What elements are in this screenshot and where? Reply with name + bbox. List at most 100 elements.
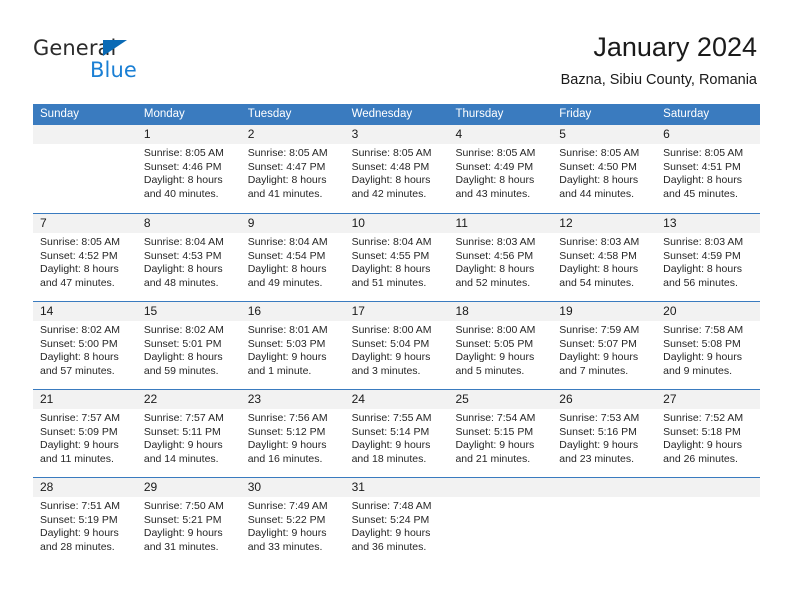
day-number[interactable]: 2	[241, 125, 345, 144]
day-number[interactable]: 4	[448, 125, 552, 144]
day-number[interactable]: 12	[552, 214, 656, 233]
day-detail-line: Sunset: 5:05 PM	[455, 337, 534, 350]
day-detail-line: Daylight: 8 hours	[247, 174, 327, 187]
day-cell[interactable]: Sunrise: 8:04 AM Sunset: 4:55 PM Daylight:…	[345, 233, 449, 301]
day-number[interactable]: 24	[345, 390, 449, 409]
weekday-header-tuesday: Tuesday	[247, 108, 292, 120]
weekday-header-monday: Monday	[143, 108, 185, 120]
day-detail-line: Sunset: 5:03 PM	[247, 337, 326, 350]
day-number[interactable]: 10	[345, 214, 449, 233]
day-cell[interactable]: Sunrise: 8:00 AM Sunset: 5:04 PM Daylight:…	[345, 321, 449, 389]
day-cell[interactable]: Sunrise: 7:49 AM Sunset: 5:22 PM Daylight:…	[241, 497, 345, 565]
day-number[interactable]: 16	[241, 302, 345, 321]
day-number[interactable]: 27	[656, 390, 760, 409]
day-number[interactable]: 5	[552, 125, 656, 144]
day-detail-line: Sunrise: 8:05 AM	[247, 147, 328, 159]
day-cell[interactable]: Sunrise: 7:57 AM Sunset: 5:11 PM Daylight:…	[137, 409, 241, 477]
day-number[interactable]: 6	[656, 125, 760, 144]
day-number[interactable]: 9	[241, 214, 345, 233]
day-number[interactable]: 23	[241, 390, 345, 409]
day-cell[interactable]: Sunrise: 7:56 AM Sunset: 5:12 PM Daylight:…	[241, 409, 345, 477]
day-cell[interactable]: Sunrise: 7:57 AM Sunset: 5:09 PM Daylight:…	[33, 409, 137, 477]
day-cell[interactable]: Sunrise: 7:55 AM Sunset: 5:14 PM Daylight:…	[345, 409, 449, 477]
day-cell[interactable]: Sunrise: 8:05 AM Sunset: 4:51 PM Daylight:…	[656, 144, 760, 212]
general-blue-logo[interactable]: General Blue	[33, 36, 173, 88]
day-detail-line: Sunset: 4:52 PM	[40, 249, 118, 262]
day-cell[interactable]: Sunrise: 8:03 AM Sunset: 4:56 PM Daylight:…	[448, 233, 552, 301]
calendar-week-row: 21 22 23 24 25 26 27 Sunrise: 7:57 AM Sunset: 5:…	[33, 389, 760, 477]
calendar-week-row: 28 29 30 31 Sunrise: 7:51 AM Sunset: 5:19 PM D…	[33, 477, 760, 565]
day-detail-line: Sunrise: 7:49 AM	[247, 500, 328, 512]
day-cell[interactable]: Sunrise: 8:05 AM Sunset: 4:47 PM Daylight:…	[241, 144, 345, 212]
day-cell[interactable]: Sunrise: 8:02 AM Sunset: 5:00 PM Daylight:…	[33, 321, 137, 389]
day-cell-empty	[448, 497, 552, 565]
title-block: January 2024 Bazna, Sibiu County, Romani…	[561, 30, 757, 90]
day-number[interactable]: 7	[33, 214, 137, 233]
week-daynumber-band: 14 15 16 17 18 19 20	[33, 302, 760, 321]
day-number[interactable]: 21	[33, 390, 137, 409]
day-cell[interactable]: Sunrise: 7:52 AM Sunset: 5:18 PM Daylight:…	[656, 409, 760, 477]
day-number[interactable]: 19	[552, 302, 656, 321]
day-detail-line: Sunrise: 8:00 AM	[455, 324, 536, 336]
day-cell[interactable]: Sunrise: 8:02 AM Sunset: 5:01 PM Daylight:…	[137, 321, 241, 389]
day-number[interactable]: 29	[137, 478, 241, 497]
day-cell[interactable]: Sunrise: 8:00 AM Sunset: 5:05 PM Daylight:…	[448, 321, 552, 389]
day-detail-line: Sunrise: 8:03 AM	[455, 236, 536, 248]
day-detail-line: Sunset: 4:50 PM	[559, 160, 637, 173]
day-number[interactable]: 30	[241, 478, 345, 497]
day-cell[interactable]: Sunrise: 8:05 AM Sunset: 4:49 PM Daylight:…	[448, 144, 552, 212]
day-number[interactable]: 1	[137, 125, 241, 144]
day-cell[interactable]: Sunrise: 8:05 AM Sunset: 4:52 PM Daylight:…	[33, 233, 137, 301]
day-number[interactable]: 20	[656, 302, 760, 321]
day-cell[interactable]: Sunrise: 7:59 AM Sunset: 5:07 PM Daylight:…	[552, 321, 656, 389]
day-detail-line: Sunset: 4:47 PM	[247, 160, 326, 173]
day-detail-line: Sunset: 5:22 PM	[247, 513, 326, 526]
day-number[interactable]: 18	[448, 302, 552, 321]
weekday-header-saturday: Saturday	[663, 108, 710, 120]
calendar-weeks: 1 2 3 4 5 6 Sunrise: 8:05 AM Sunset: 4:46 PM Day…	[33, 125, 760, 565]
day-detail-line: Sunrise: 7:58 AM	[663, 324, 744, 336]
day-detail-line: and 48 minutes.	[143, 276, 219, 289]
day-cell[interactable]: Sunrise: 8:04 AM Sunset: 4:53 PM Daylight:…	[137, 233, 241, 301]
day-number[interactable]: 22	[137, 390, 241, 409]
day-number[interactable]: 15	[137, 302, 241, 321]
day-cell[interactable]: Sunrise: 7:58 AM Sunset: 5:08 PM Daylight:…	[656, 321, 760, 389]
day-cell[interactable]: Sunrise: 8:01 AM Sunset: 5:03 PM Daylight:…	[241, 321, 345, 389]
day-cell[interactable]: Sunrise: 8:05 AM Sunset: 4:48 PM Daylight:…	[345, 144, 449, 212]
day-cell[interactable]: Sunrise: 8:03 AM Sunset: 4:58 PM Daylight:…	[552, 233, 656, 301]
day-cell[interactable]: Sunrise: 8:05 AM Sunset: 4:46 PM Daylight:…	[137, 144, 241, 212]
day-detail-line: Sunset: 5:14 PM	[351, 425, 430, 438]
day-detail-line: Daylight: 9 hours	[247, 351, 327, 364]
day-detail-line: Daylight: 8 hours	[559, 174, 639, 187]
day-number[interactable]: 26	[552, 390, 656, 409]
day-cell[interactable]: Sunrise: 7:54 AM Sunset: 5:15 PM Daylight:…	[448, 409, 552, 477]
day-cell[interactable]: Sunrise: 7:51 AM Sunset: 5:19 PM Daylight:…	[33, 497, 137, 565]
day-cell[interactable]: Sunrise: 8:04 AM Sunset: 4:54 PM Daylight:…	[241, 233, 345, 301]
weekday-header-thursday: Thursday	[455, 108, 504, 120]
day-number[interactable]: 3	[345, 125, 449, 144]
day-cell[interactable]: Sunrise: 7:50 AM Sunset: 5:21 PM Daylight:…	[137, 497, 241, 565]
day-number[interactable]: 25	[448, 390, 552, 409]
day-detail-line: Daylight: 8 hours	[455, 263, 535, 276]
day-number[interactable]: 31	[345, 478, 449, 497]
logo-text-blue: Blue	[90, 58, 137, 82]
day-detail-line: Sunset: 4:54 PM	[247, 249, 326, 262]
day-cell[interactable]: Sunrise: 7:48 AM Sunset: 5:24 PM Daylight:…	[345, 497, 449, 565]
day-detail-line: Sunrise: 7:57 AM	[143, 412, 224, 424]
day-number[interactable]: 17	[345, 302, 449, 321]
day-number[interactable]: 14	[33, 302, 137, 321]
day-detail-line: Sunrise: 8:01 AM	[247, 324, 328, 336]
day-cell[interactable]: Sunrise: 8:03 AM Sunset: 4:59 PM Daylight:…	[656, 233, 760, 301]
day-number-empty	[656, 478, 760, 497]
day-number[interactable]: 11	[448, 214, 552, 233]
day-number[interactable]: 8	[137, 214, 241, 233]
calendar-week-row: 7 8 9 10 11 12 13 Sunrise: 8:05 AM Sunset: 4:52 …	[33, 213, 760, 301]
day-cell[interactable]: Sunrise: 8:05 AM Sunset: 4:50 PM Daylight:…	[552, 144, 656, 212]
day-number[interactable]: 13	[656, 214, 760, 233]
day-detail-line: Sunrise: 7:54 AM	[455, 412, 536, 424]
calendar-week-row: 1 2 3 4 5 6 Sunrise: 8:05 AM Sunset: 4:46 PM Day…	[33, 125, 760, 213]
day-cell[interactable]: Sunrise: 7:53 AM Sunset: 5:16 PM Daylight:…	[552, 409, 656, 477]
day-detail-line: Sunset: 5:04 PM	[351, 337, 430, 350]
day-detail-line: Sunrise: 8:05 AM	[559, 147, 640, 159]
day-number[interactable]: 28	[33, 478, 137, 497]
